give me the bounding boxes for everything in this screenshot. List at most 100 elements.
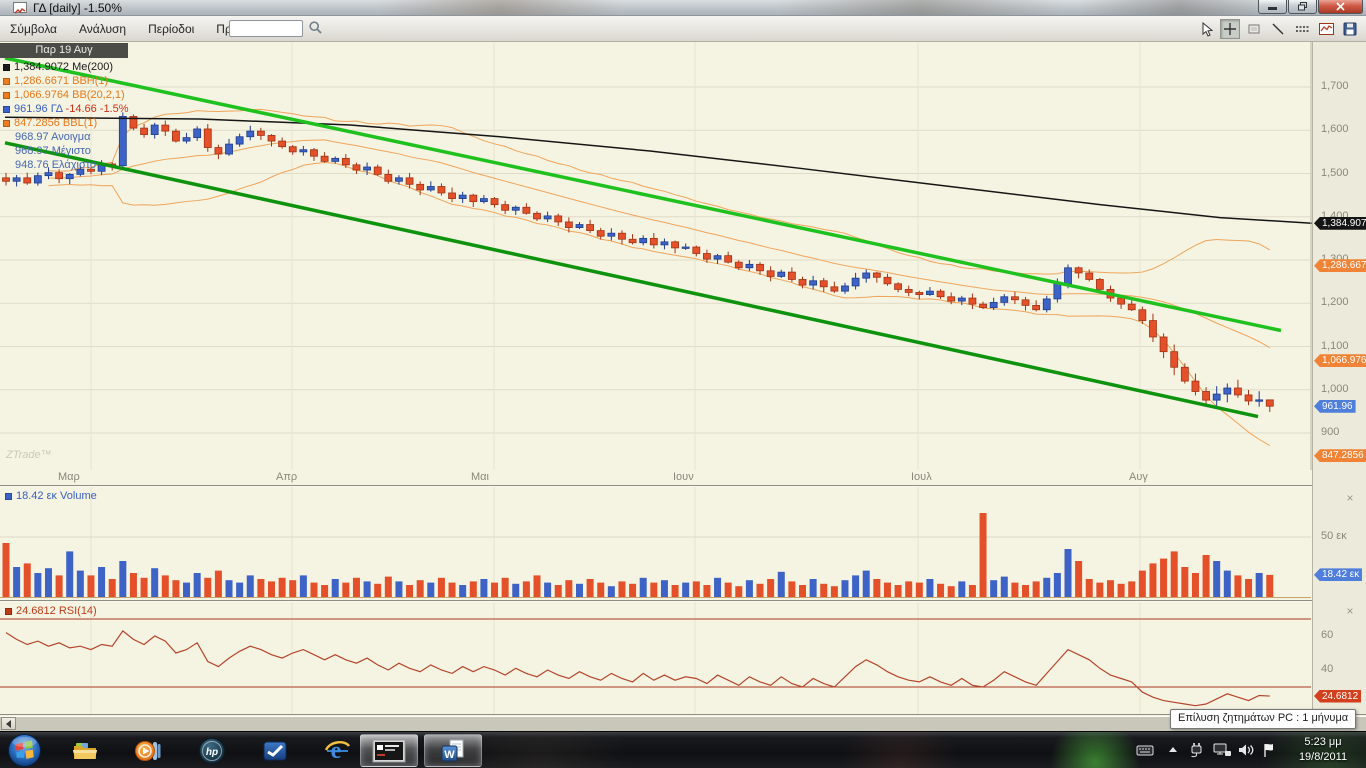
candle — [385, 170, 392, 184]
scroll-left-button[interactable] — [1, 717, 16, 730]
toolbar — [1196, 19, 1360, 39]
volume-tray-icon[interactable] — [1237, 742, 1255, 758]
volume-bar — [77, 571, 84, 597]
legend-swatch — [3, 120, 10, 127]
volume-bar — [24, 563, 31, 597]
volume-bar — [449, 583, 456, 597]
word-taskbar-button[interactable]: W — [424, 734, 482, 767]
month-label: Ιουν — [673, 471, 694, 483]
window-title: ΓΔ [daily] -1.50% — [33, 1, 122, 15]
volume-bar — [523, 581, 530, 597]
menu-periodoi[interactable]: Περίοδοι — [148, 22, 194, 36]
volume-bar — [332, 579, 339, 597]
save-tool-button[interactable] — [1340, 19, 1360, 39]
trend-channel-upper[interactable] — [5, 58, 1281, 330]
show-hidden-icons-button[interactable] — [1166, 742, 1184, 758]
volume-bar — [544, 583, 551, 597]
candle — [459, 192, 466, 203]
volume-bar — [34, 573, 41, 597]
restore-button[interactable] — [1288, 0, 1317, 14]
volume-bar — [905, 581, 912, 597]
hp-icon[interactable]: hp — [198, 737, 226, 765]
price-tick: 1,600 — [1321, 123, 1349, 135]
candle — [884, 274, 891, 286]
price-axis-gutter: × × 1,7001,6001,5001,4001,3001,2001,1001… — [1312, 42, 1366, 714]
candle — [1192, 374, 1199, 396]
window-controls — [1257, 0, 1363, 14]
volume-bar — [682, 583, 689, 597]
search-input[interactable] — [229, 20, 303, 37]
candle — [34, 173, 41, 186]
rsi-chart[interactable] — [0, 602, 1312, 714]
volume-bar — [640, 578, 647, 597]
volume-bar — [215, 571, 222, 597]
ztrade-icon[interactable] — [261, 737, 289, 765]
minimize-button[interactable] — [1258, 0, 1287, 14]
close-button[interactable] — [1318, 0, 1363, 14]
legend-text: 968.97 Μέγιστο — [15, 145, 91, 157]
candle — [1022, 297, 1029, 311]
keyboard-tray-icon[interactable] — [1136, 742, 1154, 758]
rsi-tick: 60 — [1321, 629, 1333, 641]
volume-bar — [141, 578, 148, 597]
media-player-icon[interactable] — [134, 737, 162, 765]
volume-bar — [385, 577, 392, 597]
month-label: Μαι — [471, 471, 489, 483]
volume-bar — [650, 583, 657, 597]
volume-bar — [1096, 583, 1103, 597]
candle — [661, 238, 668, 249]
start-button[interactable] — [7, 733, 42, 768]
volume-bar — [1224, 571, 1231, 597]
price-chart[interactable] — [0, 42, 1312, 470]
legend-text: 948.76 Ελάχιστο — [15, 159, 96, 171]
date-axis: ΜαρΑπρΜαιΙουνΙουλΑυγ — [0, 470, 1312, 485]
candle — [1001, 294, 1008, 306]
candle — [555, 214, 562, 226]
legend-row: 1,066.9764 BB(20,2,1) — [3, 88, 129, 102]
chart-type-tool-button[interactable] — [1316, 19, 1336, 39]
month-label: Μαρ — [58, 471, 80, 483]
volume-bar — [1128, 581, 1135, 597]
action-center-flag-icon[interactable] — [1261, 742, 1279, 758]
candle — [714, 254, 721, 264]
candle — [1224, 383, 1231, 402]
volume-chart[interactable] — [0, 487, 1312, 600]
candle — [1011, 292, 1018, 304]
volume-bar — [576, 584, 583, 597]
volume-bar — [226, 580, 233, 597]
close-rsi-panel-button[interactable]: × — [1343, 604, 1357, 618]
volume-bar — [162, 575, 169, 597]
close-volume-panel-button[interactable]: × — [1343, 491, 1357, 505]
candle — [693, 245, 700, 256]
volume-bar — [1118, 584, 1125, 597]
volume-bar — [502, 578, 509, 597]
taskbar-clock[interactable]: 5:23 μμ 19/8/2011 — [1286, 735, 1360, 765]
candle — [810, 276, 817, 290]
internet-explorer-icon[interactable]: e — [323, 737, 351, 765]
explorer-icon[interactable] — [71, 737, 99, 765]
volume-bar — [757, 584, 764, 597]
ztrade-chart-taskbar-button[interactable] — [360, 734, 418, 767]
zoom-rect-tool-button[interactable] — [1244, 19, 1264, 39]
power-tray-icon[interactable] — [1188, 742, 1206, 758]
volume-legend-text: 18.42 εκ Volume — [16, 490, 97, 502]
search-icon[interactable] — [308, 20, 323, 40]
network-tray-icon[interactable] — [1212, 742, 1230, 758]
rsi-swatch — [5, 608, 12, 615]
menu-symbola[interactable]: Σύμβολα — [10, 22, 57, 36]
volume-bar — [98, 567, 105, 597]
volume-bar — [151, 568, 158, 597]
volume-bar — [1033, 581, 1040, 597]
crosshair-tool-button[interactable] — [1220, 19, 1240, 39]
volume-bar — [895, 585, 902, 597]
legend-row: 1,384.9072 Me(200) — [3, 60, 129, 74]
volume-bar — [735, 586, 742, 597]
date-tab: Παρ 19 Αυγ — [0, 43, 128, 58]
trendline-tool-button[interactable] — [1268, 19, 1288, 39]
dotted-line-tool-button[interactable] — [1292, 19, 1312, 39]
volume-bar — [746, 580, 753, 597]
menu-analysi[interactable]: Ανάλυση — [79, 22, 126, 36]
horizontal-scrollbar[interactable] — [0, 716, 1366, 731]
candle — [820, 278, 827, 292]
pointer-tool-button[interactable] — [1196, 19, 1216, 39]
